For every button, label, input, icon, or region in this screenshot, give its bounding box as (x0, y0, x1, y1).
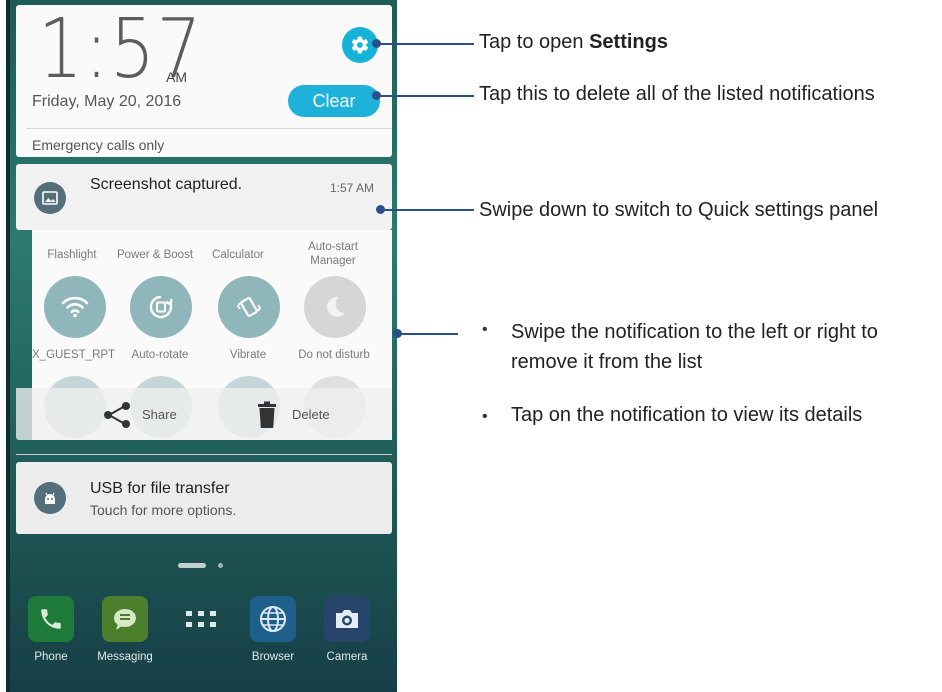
messaging-icon (114, 609, 136, 630)
clear-button[interactable]: Clear (288, 85, 380, 117)
qs-label-wifi: X_GUEST_RPT (32, 349, 116, 361)
wifi-icon (61, 296, 89, 318)
qs-do-not-disturb-toggle[interactable] (304, 276, 366, 338)
vibrate-icon (236, 297, 262, 317)
usb-notification-title: USB for file transfer (90, 480, 230, 497)
qs-label-vibrate: Vibrate (229, 349, 267, 361)
dock-label-camera: Camera (326, 651, 368, 663)
messaging-app-icon[interactable] (102, 596, 148, 642)
clock-ampm: AM (166, 69, 187, 85)
page-indicator-dot (218, 563, 223, 568)
qs-label-auto-rotate: Auto-rotate (131, 349, 189, 361)
bullet-1: • (482, 321, 488, 338)
share-icon (104, 402, 130, 428)
emergency-status: Emergency calls only (32, 137, 165, 153)
dock-label-browser: Browser (251, 651, 295, 663)
dock-label-phone: Phone (34, 651, 68, 663)
browser-app-icon[interactable] (250, 596, 296, 642)
phone-edge (6, 0, 10, 692)
header-divider (26, 128, 392, 129)
phone-icon (41, 609, 61, 629)
notification-actions: Share Delete (16, 388, 392, 440)
dock-label-messaging: Messaging (97, 651, 153, 663)
notification-header: 1:57 AM Friday, May 20, 2016 Clear Emerg… (16, 5, 392, 157)
date-label: Friday, May 20, 2016 (32, 93, 182, 110)
qs-auto-rotate-toggle[interactable] (130, 276, 192, 338)
callout-line-clear (376, 95, 474, 97)
auto-rotate-icon (149, 295, 173, 319)
callout-line-notification (397, 333, 458, 335)
callout-swipe-side-line2: remove it from the list (511, 351, 703, 373)
apps-grid-icon (186, 611, 216, 627)
qs-vibrate-toggle[interactable] (218, 276, 280, 338)
camera-app-icon[interactable] (324, 596, 370, 642)
callout-settings: Tap to open Settings (479, 31, 668, 54)
callout-line-settings (376, 43, 474, 45)
callout-swipe-side: Swipe the notification to the left or ri… (511, 317, 878, 377)
camera-icon (336, 610, 358, 628)
callout-line-swipe-down (380, 209, 474, 211)
phone-app-icon[interactable] (28, 596, 74, 642)
page-indicator-current (178, 563, 206, 568)
image-icon (34, 182, 66, 214)
qs-label-flashlight: Flashlight (47, 249, 97, 261)
screenshot-notification[interactable]: Screenshot captured. 1:57 AM (16, 164, 392, 230)
qs-label-calculator: Calculator (212, 249, 264, 261)
qs-wifi-toggle[interactable] (44, 276, 106, 338)
notification-time: 1:57 AM (330, 181, 375, 195)
callout-clear: Tap this to delete all of the listed not… (479, 83, 875, 105)
share-label: Share (142, 407, 177, 422)
callout-swipe-side-line1: Swipe the notification to the left or ri… (511, 321, 878, 343)
callout-tap-details: Tap on the notification to view its deta… (511, 404, 863, 426)
callout-swipe-down: Swipe down to switch to Quick settings p… (479, 199, 879, 221)
phone-screen: 1:57 AM Friday, May 20, 2016 Clear Emerg… (6, 0, 397, 692)
moon-icon (327, 296, 345, 317)
qs-label-power-boost: Power & Boost (116, 249, 194, 261)
callout-settings-prefix: Tap to open (479, 31, 590, 53)
notification-title: Screenshot captured. (90, 176, 243, 193)
globe-icon (260, 606, 286, 632)
bullet-2: • (482, 408, 488, 425)
delete-label: Delete (292, 407, 330, 422)
qs-label-do-not-disturb: Do not disturb (298, 349, 370, 361)
qs-label-auto-start: Auto-start Manager (308, 241, 358, 267)
trash-icon (258, 401, 276, 428)
usb-notification-subtitle: Touch for more options. (90, 502, 237, 518)
all-apps-button[interactable] (178, 596, 224, 642)
gear-icon (351, 36, 369, 54)
callout-settings-bold: Settings (589, 31, 668, 53)
notification-separator (16, 454, 392, 455)
android-icon (34, 482, 66, 514)
usb-notification[interactable]: USB for file transfer Touch for more opt… (16, 462, 392, 534)
